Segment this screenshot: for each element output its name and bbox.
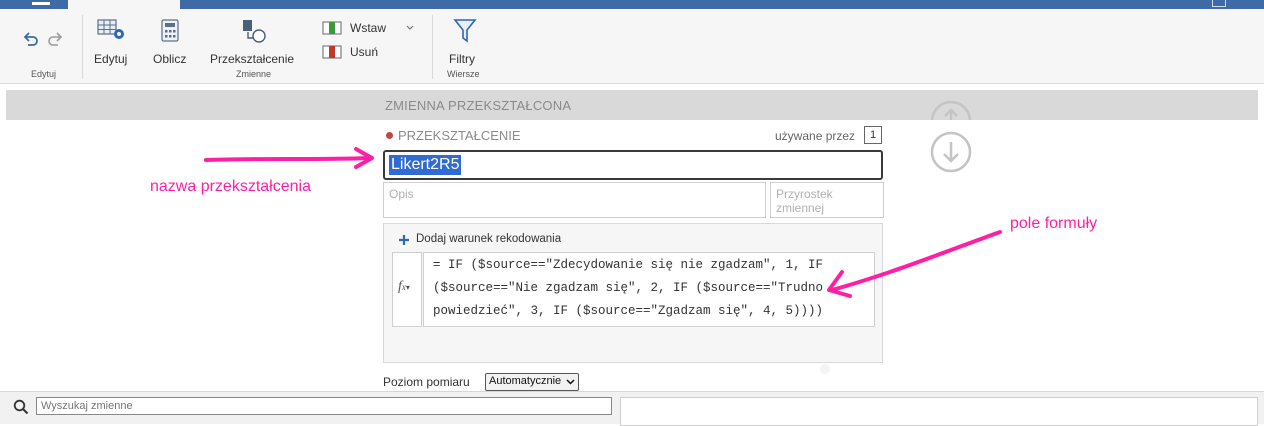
insert-button-label: Wstaw	[350, 21, 386, 35]
used-by-label: używane przez	[775, 129, 856, 143]
details-pane	[620, 397, 1258, 426]
function-button[interactable]: fx▾	[392, 252, 422, 327]
arrow-down-icon[interactable]	[930, 131, 972, 173]
add-condition-label: Dodaj warunek rekodowania	[416, 233, 562, 245]
suffix-placeholder-line2: zmiennej	[776, 201, 825, 215]
tab-variables[interactable]	[68, 0, 180, 9]
search-icon	[13, 399, 29, 415]
edit-button[interactable]: Edytuj	[90, 13, 134, 66]
delete-column-icon	[322, 45, 342, 59]
app-top-bar	[0, 0, 1264, 9]
ribbon-separator	[432, 15, 433, 79]
fx-icon: fx▾	[398, 279, 410, 294]
measure-select[interactable]: Automatycznie	[485, 373, 579, 391]
filter-icon	[453, 19, 477, 43]
group-label-edit: Edytuj	[31, 69, 57, 79]
description-field[interactable]: Opis	[383, 182, 766, 218]
transform-icon	[243, 20, 266, 43]
used-by-count[interactable]: 1	[864, 126, 882, 144]
transform-name-input[interactable]: Likert2R5	[383, 150, 883, 180]
group-label-rows: Wiersze	[447, 69, 480, 79]
edit-button-label: Edytuj	[94, 52, 128, 66]
transform-header: PRZEKSZTAŁCENIE	[398, 128, 521, 143]
transform-button[interactable]: Przekształcenie	[206, 13, 302, 66]
hamburger-icon	[32, 2, 50, 5]
redo-icon[interactable]	[46, 31, 64, 47]
description-placeholder: Opis	[389, 187, 414, 201]
filters-button[interactable]: Filtry	[444, 13, 486, 66]
formula-line-1: = IF ($source=="Zdecydowanie się nie zga…	[433, 258, 824, 272]
group-label-variables: Zmienne	[236, 69, 272, 79]
plus-icon	[399, 235, 409, 245]
delete-button-label: Usuń	[350, 45, 379, 59]
section-title: ZMIENNA PRZEKSZTAŁCONA	[385, 98, 572, 113]
insert-button[interactable]: Wstaw	[320, 20, 420, 38]
compute-button-label: Oblicz	[153, 52, 187, 66]
table-edit-icon	[97, 19, 124, 39]
measure-value: Automatycznie	[489, 375, 562, 387]
annotation-arrow-formula	[827, 230, 1002, 298]
formula-line-3: powiedzieć", 3, IF ($source=="Zgadzam si…	[433, 304, 824, 318]
suffix-placeholder-line1: Przyrostek	[776, 187, 833, 201]
resize-dot	[820, 364, 830, 374]
calculator-icon	[161, 19, 179, 42]
section-band	[6, 90, 1258, 120]
compute-button[interactable]: Oblicz	[148, 13, 192, 66]
chevron-down-icon	[566, 379, 575, 385]
annotation-name-note: nazwa przekształcenia	[150, 178, 311, 195]
menu-tab[interactable]	[16, 0, 68, 9]
bottom-bar	[0, 391, 1264, 426]
undo-icon[interactable]	[22, 31, 40, 47]
filters-button-label: Filtry	[449, 52, 475, 66]
ribbon-toolbar: Edytuj Edytuj Oblicz Przekształcenie Zmi…	[0, 9, 1264, 84]
formula-line-2: ($source=="Nie zgadzam się", 2, IF ($sou…	[433, 281, 824, 295]
annotation-formula-note: pole formuły	[1010, 215, 1098, 232]
window-icon[interactable]	[1212, 0, 1226, 7]
ribbon-separator	[82, 15, 83, 79]
status-dot	[386, 132, 393, 139]
annotation-arrow-name	[204, 147, 374, 169]
formula-field[interactable]: = IF ($source=="Zdecydowanie się nie zga…	[423, 252, 875, 327]
recode-container: Dodaj warunek rekodowania fx▾ = IF ($sou…	[383, 223, 883, 363]
chevron-down-icon[interactable]	[406, 25, 414, 31]
insert-column-icon	[322, 21, 342, 35]
transform-button-label: Przekształcenie	[210, 52, 295, 66]
delete-button[interactable]: Usuń	[320, 44, 400, 62]
search-input[interactable]	[36, 397, 612, 415]
measure-label: Poziom pomiaru	[383, 375, 470, 389]
suffix-field[interactable]: Przyrostek zmiennej	[770, 182, 884, 218]
transform-name-value: Likert2R5	[389, 155, 462, 175]
